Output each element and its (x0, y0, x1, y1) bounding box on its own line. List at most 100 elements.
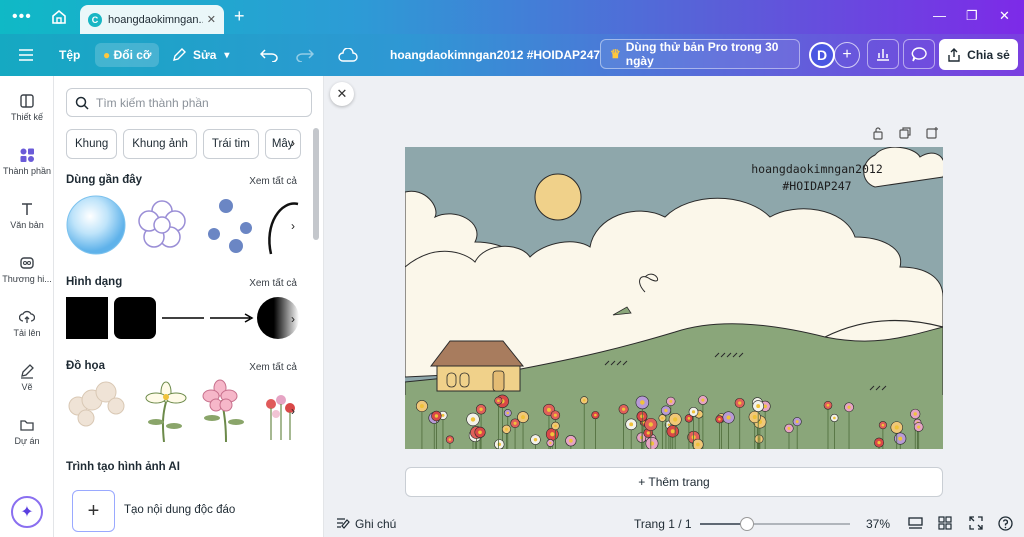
ai-create-button[interactable]: + (72, 490, 115, 532)
chevron-down-icon: ▾ (224, 49, 230, 61)
chip-heart[interactable]: Trái tim (202, 129, 259, 159)
search-input[interactable]: Tìm kiếm thành phần (66, 88, 312, 117)
design-page[interactable]: hoangdaokimngan2012 #HOIDAP247 (405, 147, 943, 449)
share-icon (948, 47, 960, 62)
editor-toolbar: Tệp ● Đổi cỡ Sửa ▾ hoangdaokimngan2012 #… (0, 34, 1024, 76)
text-icon (22, 203, 32, 215)
document-title[interactable]: hoangdaokimngan2012 #HOIDAP247 (390, 34, 600, 76)
brand-icon (20, 257, 34, 269)
side-rail: Thiết kế Thành phần Văn bản Thương hi...… (0, 76, 54, 537)
close-panel-icon[interactable]: ✕ (330, 82, 354, 106)
magic-assistant-icon[interactable]: ✦ (11, 496, 43, 528)
menu-dots-icon[interactable]: ••• (12, 8, 32, 26)
chip-frame[interactable]: Khung (66, 129, 118, 159)
pencil-icon (173, 48, 186, 61)
filter-chips: Khung Khung ảnh Trái tim Mây (66, 129, 301, 159)
rail-label: Thành phần (2, 166, 52, 176)
upload-icon (19, 310, 35, 323)
avatar[interactable]: D (809, 42, 835, 68)
rail-item-projects[interactable]: Dự án (0, 417, 54, 446)
art-text-line2: #HOIDAP247 (782, 179, 851, 193)
edit-label: Sửa (193, 48, 217, 62)
grid-view-icon[interactable] (938, 516, 952, 530)
rail-label: Tải lên (13, 328, 41, 338)
hamburger-menu-icon[interactable] (18, 34, 34, 76)
shape-items[interactable] (66, 297, 300, 339)
tab-title: hoangdaokimngan... (108, 13, 203, 26)
share-label: Chia sẻ (967, 47, 1010, 62)
graphics-see-all-link[interactable]: Xem tất cả (249, 362, 297, 373)
restore-icon[interactable]: ❐ (966, 8, 978, 24)
edit-menu-button[interactable]: Sửa ▾ (171, 34, 229, 76)
landscape-illustration: hoangdaokimngan2012 #HOIDAP247 (405, 147, 943, 449)
browser-title-bar: ••• C hoangdaokimngan... ✕ + — ❐ ✕ (0, 0, 1024, 34)
page-indicator[interactable]: Trang 1 / 1 (634, 517, 692, 531)
rail-label: Vẽ (21, 382, 33, 392)
rail-item-elements[interactable]: Thành phần (0, 147, 54, 176)
tab-close-icon[interactable]: ✕ (207, 13, 216, 26)
rail-item-brand[interactable]: Thương hi... (0, 255, 54, 284)
help-icon[interactable] (998, 516, 1013, 531)
pro-trial-label: Dùng thử bản Pro trong 30 ngày (625, 40, 779, 68)
pro-trial-button[interactable]: ♛ Dùng thử bản Pro trong 30 ngày (600, 39, 800, 69)
cloud-save-icon[interactable] (338, 34, 358, 76)
status-bar: Ghi chú Trang 1 / 1 37% (325, 510, 1024, 537)
crown-icon: ● (103, 48, 111, 62)
rail-label: Dự án (14, 436, 40, 446)
resize-label: Đổi cỡ (113, 48, 152, 62)
add-page-button[interactable]: + Thêm trang (405, 467, 943, 497)
minimize-icon[interactable]: — (933, 8, 946, 23)
layout-icon (20, 94, 34, 108)
resize-button[interactable]: ● Đổi cỡ (95, 34, 160, 76)
elements-icon (20, 148, 34, 162)
comment-icon[interactable] (903, 39, 935, 69)
panel-scrollbar[interactable] (313, 128, 319, 240)
zoom-percentage[interactable]: 37% (866, 517, 890, 531)
file-menu-button[interactable]: Tệp (59, 34, 80, 76)
elements-panel: Tìm kiếm thành phần Khung Khung ảnh Trái… (54, 76, 324, 537)
rail-label: Thương hi... (2, 274, 52, 284)
notes-button[interactable]: Ghi chú (355, 517, 396, 531)
add-collaborator-icon[interactable]: + (834, 42, 860, 68)
chevron-right-icon[interactable]: › (291, 404, 303, 418)
crown-icon: ♛ (610, 47, 621, 61)
chip-photo-frame[interactable]: Khung ảnh (123, 129, 197, 159)
pages-view-icon[interactable] (908, 517, 923, 530)
notes-icon (337, 518, 350, 529)
duplicate-icon[interactable] (898, 126, 912, 140)
rail-item-text[interactable]: Văn bản (0, 201, 54, 230)
redo-icon[interactable] (296, 34, 314, 76)
zoom-slider-knob[interactable] (740, 517, 754, 531)
chevron-right-icon[interactable]: › (291, 219, 303, 233)
home-icon[interactable] (50, 8, 68, 26)
graphic-items[interactable] (66, 378, 300, 442)
ai-create-label[interactable]: Tạo nội dung độc đáo (124, 504, 235, 516)
add-page-icon[interactable] (925, 126, 939, 140)
chevron-right-icon[interactable]: › (291, 136, 303, 150)
rail-label: Thiết kế (10, 112, 43, 122)
ai-generator-title: Trình tạo hình ảnh AI (66, 461, 180, 473)
folder-icon (20, 420, 34, 431)
chevron-right-icon[interactable]: › (291, 312, 303, 326)
draw-icon (21, 364, 34, 379)
fullscreen-icon[interactable] (969, 516, 983, 530)
window-close-icon[interactable]: ✕ (999, 8, 1010, 24)
art-text-line1: hoangdaokimngan2012 (751, 162, 883, 176)
share-button[interactable]: Chia sẻ (939, 39, 1018, 70)
rail-item-uploads[interactable]: Tải lên (0, 309, 54, 338)
rail-item-design[interactable]: Thiết kế (0, 93, 54, 122)
shapes-see-all-link[interactable]: Xem tất cả (249, 278, 297, 289)
search-placeholder: Tìm kiếm thành phần (96, 95, 209, 110)
shapes-title: Hình dạng (66, 276, 123, 288)
new-tab-icon[interactable]: + (234, 6, 245, 27)
recent-items[interactable] (66, 194, 300, 256)
graphics-title: Đồ họa (66, 360, 105, 372)
undo-icon[interactable] (260, 34, 278, 76)
recent-see-all-link[interactable]: Xem tất cả (249, 176, 297, 187)
rail-item-draw[interactable]: Vẽ (0, 363, 54, 392)
insights-chart-icon[interactable] (867, 39, 899, 69)
browser-tab[interactable]: C hoangdaokimngan... ✕ (80, 5, 224, 34)
lock-icon[interactable] (871, 126, 885, 140)
canva-logo-icon: C (88, 12, 102, 27)
recent-title: Dùng gần đây (66, 174, 143, 186)
